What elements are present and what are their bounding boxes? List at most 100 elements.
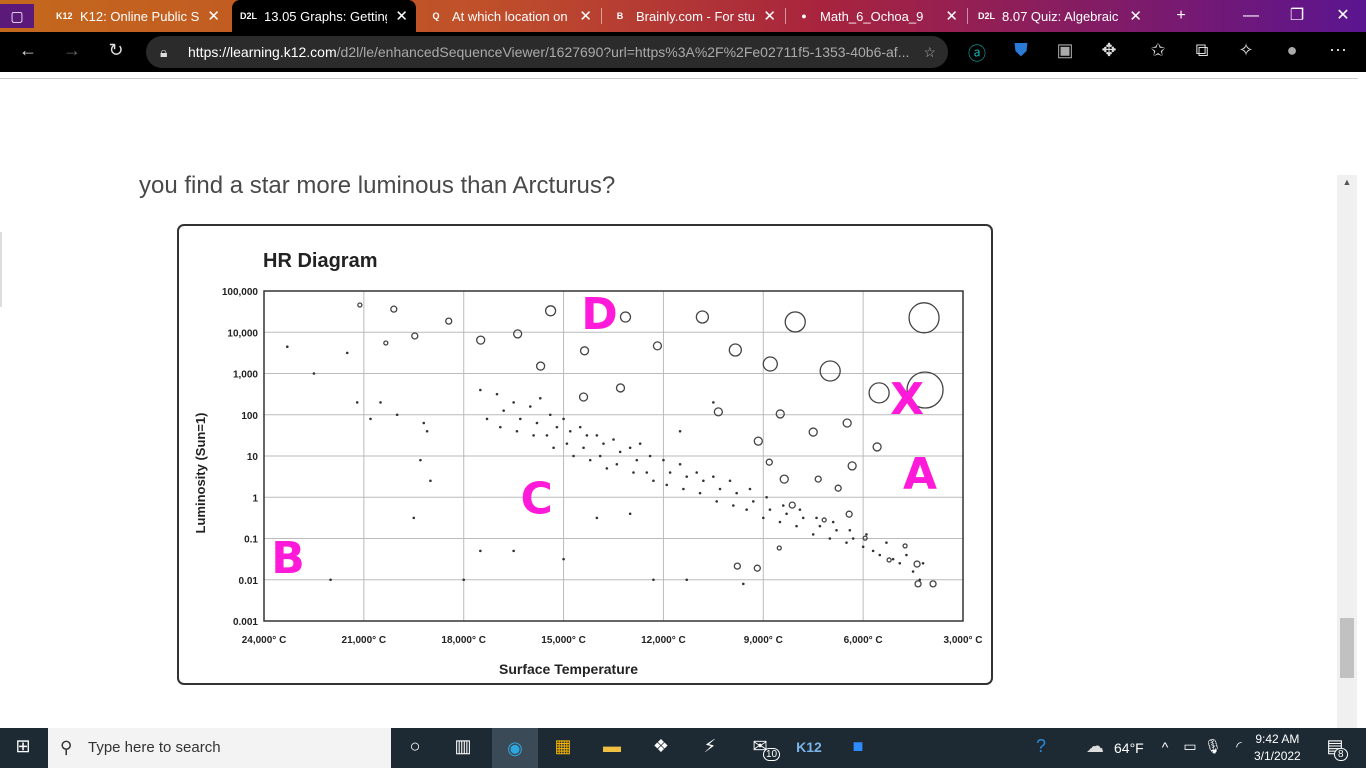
- star-dot: [585, 434, 589, 437]
- clock[interactable]: 9:42 AM 3/1/2022: [1254, 731, 1301, 765]
- help-icon[interactable]: ?: [1026, 736, 1056, 757]
- star-dot: [578, 425, 582, 429]
- scrollbar[interactable]: ▲: [1337, 175, 1357, 728]
- star-dot: [785, 512, 788, 516]
- star-dot: [865, 533, 868, 536]
- back-icon[interactable]: ←: [16, 40, 40, 61]
- close-window-button[interactable]: ✕: [1320, 0, 1366, 32]
- star-dot: [668, 471, 672, 474]
- y-tick-label: 0.001: [233, 617, 258, 628]
- tab-label: At which location on t: [452, 8, 572, 24]
- tab-close-icon[interactable]: ✕: [763, 7, 776, 25]
- notifications-icon[interactable]: ▤ 8: [1320, 736, 1350, 761]
- favorite-add-icon[interactable]: ☆: [923, 36, 936, 68]
- tab-4[interactable]: B Brainly.com - For stud ✕: [604, 0, 784, 32]
- chart-title: HR Diagram: [263, 250, 377, 272]
- power-automate-icon[interactable]: ⚡︎: [695, 736, 725, 757]
- star-dot: [712, 475, 715, 478]
- x-axis-label: Surface Temperature: [499, 661, 638, 677]
- star-dot: [485, 417, 489, 421]
- wifi-icon[interactable]: ◜: [1224, 738, 1254, 755]
- star-dot: [369, 417, 372, 421]
- profile-avatar[interactable]: ●: [1280, 40, 1304, 61]
- zoom-icon[interactable]: ■: [843, 736, 873, 757]
- star-dot: [851, 537, 855, 540]
- tab-close-icon[interactable]: ✕: [1129, 7, 1142, 25]
- star-dot: [885, 541, 888, 544]
- star-dot: [512, 549, 515, 553]
- star-dot: [329, 578, 332, 582]
- star-dot: [635, 458, 639, 462]
- star-dot: [479, 388, 482, 392]
- star-dot: [761, 516, 765, 520]
- star-dot: [502, 409, 505, 412]
- star-dot: [768, 508, 772, 511]
- star-dot: [752, 500, 755, 503]
- star-dot: [595, 516, 599, 520]
- star-dot: [345, 351, 349, 355]
- file-explorer-icon[interactable]: ▬: [597, 736, 627, 757]
- more-menu-icon[interactable]: ⋯: [1326, 40, 1350, 61]
- scrollbar-thumb[interactable]: [1340, 618, 1354, 678]
- mail-icon[interactable]: ✉ 10: [745, 736, 781, 761]
- star-dot: [412, 516, 416, 520]
- mail-badge: 10: [763, 748, 781, 761]
- start-button[interactable]: ⊞: [8, 736, 38, 757]
- y-tick-label: 100,000: [222, 287, 259, 298]
- minimize-button[interactable]: —: [1228, 0, 1274, 32]
- tab-close-icon[interactable]: ✕: [945, 7, 958, 25]
- weather-temp[interactable]: 64°F: [1114, 740, 1144, 756]
- store-icon[interactable]: ▦: [548, 736, 578, 757]
- copilot-icon[interactable]: ✧: [1234, 40, 1258, 61]
- star-dot: [921, 561, 925, 565]
- new-tab-button[interactable]: +: [1158, 0, 1204, 32]
- star-dot: [861, 545, 865, 549]
- dropbox-icon[interactable]: ❖: [646, 736, 676, 757]
- tab-close-icon[interactable]: ✕: [579, 7, 592, 25]
- extension-shield-icon[interactable]: ⛊: [1009, 40, 1033, 61]
- star-dot: [495, 392, 499, 396]
- restore-button[interactable]: ❐: [1274, 0, 1320, 32]
- star-dot: [555, 425, 559, 429]
- weather-icon[interactable]: ☁: [1080, 736, 1110, 757]
- y-tick-label: 0.01: [239, 576, 259, 587]
- x-tick-label: 3,000° C: [943, 635, 982, 646]
- favorites-icon[interactable]: ✩: [1146, 40, 1170, 61]
- star-dot: [715, 500, 718, 503]
- star-dot: [568, 429, 572, 433]
- tab-label: 8.07 Quiz: Algebraic R: [1002, 8, 1122, 24]
- star-dot: [835, 528, 838, 532]
- star-dot: [828, 537, 832, 540]
- k12-app-icon[interactable]: K12: [794, 739, 824, 755]
- edge-icon[interactable]: ◉: [492, 728, 538, 768]
- tab-2[interactable]: D2L 13.05 Graphs: Getting ✕: [232, 0, 416, 32]
- lock-icon: 🔒︎: [160, 44, 168, 60]
- tab-5[interactable]: ● Math_6_Ochoa_9 ✕: [788, 0, 966, 32]
- url-host: https://learning.k12.com: [188, 44, 337, 60]
- task-view-icon[interactable]: ▥: [448, 736, 478, 757]
- tab-6[interactable]: D2L 8.07 Quiz: Algebraic R ✕: [970, 0, 1150, 32]
- extensions-icon[interactable]: ✥: [1097, 40, 1121, 61]
- forward-icon[interactable]: →: [60, 40, 84, 61]
- cortana-icon[interactable]: ○: [400, 736, 430, 757]
- taskbar-search[interactable]: ⚲ Type here to search: [48, 728, 391, 768]
- hr-diagram: HR Diagram 24,000° C 21,000° C 18,000° C 15,…: [177, 224, 993, 685]
- tab-actions-button[interactable]: ▢: [0, 4, 34, 28]
- refresh-icon[interactable]: ↻: [104, 40, 128, 61]
- tab-close-icon[interactable]: ✕: [395, 7, 408, 25]
- handwritten-label-d: D: [581, 289, 618, 340]
- star-dot: [572, 454, 575, 458]
- tab-close-icon[interactable]: ✕: [207, 7, 220, 25]
- extension-a-icon[interactable]: ⓐ: [965, 40, 989, 66]
- extension-k-icon[interactable]: ▣: [1053, 40, 1077, 61]
- address-bar[interactable]: 🔒︎ https://learning.k12.com/d2l/le/enhan…: [146, 36, 948, 68]
- star-dot: [685, 578, 689, 582]
- collections-icon[interactable]: ⧉: [1190, 40, 1214, 61]
- star-dot: [682, 487, 685, 491]
- star-dot: [848, 528, 852, 532]
- scroll-up-icon[interactable]: ▲: [1337, 177, 1357, 187]
- tab-separator: [785, 8, 786, 24]
- tab-1[interactable]: K12 K12: Online Public Sch ✕: [48, 0, 228, 32]
- star-dot: [732, 504, 735, 507]
- tab-3[interactable]: Q At which location on t ✕: [420, 0, 600, 32]
